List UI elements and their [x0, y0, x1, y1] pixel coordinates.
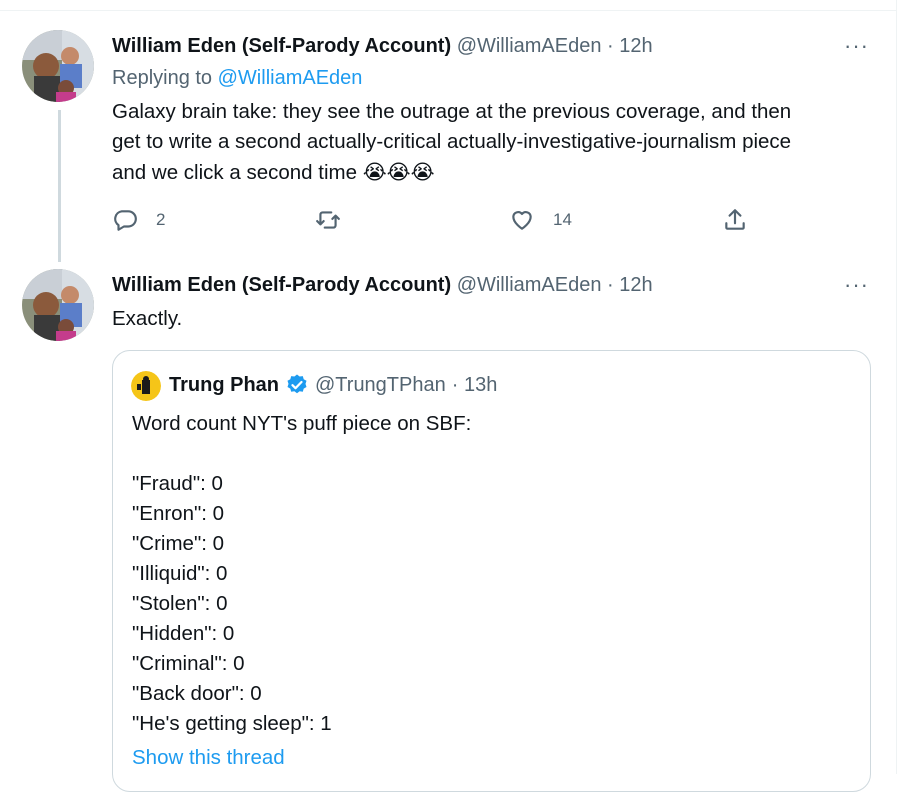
quoted-text-line: "He's getting sleep": 1	[132, 712, 332, 735]
tweet-actions: 2 14	[112, 204, 752, 236]
quoted-text-line	[132, 439, 471, 469]
share-button[interactable]	[722, 204, 748, 236]
quoted-text-line: "Illiquid": 0	[132, 562, 228, 585]
replying-to-handle-link[interactable]: @WilliamAEden	[218, 67, 363, 89]
tweet-text-line: Galaxy brain take: they see the outrage …	[112, 100, 792, 123]
thread-connector-line	[58, 110, 61, 262]
tweet-text: Exactly.	[112, 307, 183, 330]
share-upload-icon	[725, 209, 745, 230]
author-handle[interactable]: @WilliamAEden	[457, 274, 602, 296]
author-name[interactable]: William Eden (Self-Parody Account)	[112, 35, 451, 57]
more-dots-icon[interactable]: ···	[844, 35, 869, 57]
retweet-icon	[316, 211, 340, 229]
crying-face-emoji: 😭😭😭	[362, 160, 435, 184]
quoted-author-name: Trung Phan	[169, 374, 279, 396]
quoted-author-handle: @TrungTPhan	[315, 374, 446, 396]
quoted-text-line: Word count NYT's puff piece on SBF:	[132, 412, 472, 435]
retweet-button[interactable]	[315, 204, 341, 236]
quoted-text-line: "Fraud": 0	[132, 472, 223, 495]
divider	[0, 10, 896, 11]
show-thread-link[interactable]: Show this thread	[132, 743, 285, 773]
tweet-text-line: and we click a second time 😭😭😭	[112, 157, 791, 188]
quoted-text-line: "Enron": 0	[132, 502, 225, 525]
like-count: 14	[553, 210, 572, 229]
quoted-text-line: "Back door": 0	[132, 682, 262, 705]
tweet-text-segment: and we click a second time	[112, 161, 357, 184]
author-name[interactable]: William Eden (Self-Parody Account)	[112, 274, 451, 296]
avatar[interactable]	[22, 269, 94, 341]
quoted-text-line: "Hidden": 0	[132, 622, 235, 645]
author-handle[interactable]: @WilliamAEden	[457, 35, 602, 57]
replying-to-label: Replying to	[112, 67, 213, 89]
quoted-tweet-text: Word count NYT's puff piece on SBF: "Fra…	[132, 409, 471, 739]
avatar[interactable]	[22, 30, 94, 102]
heart-icon	[512, 211, 532, 230]
tweet-header: William Eden (Self-Parody Account) @Will…	[112, 272, 653, 298]
verified-badge-icon	[287, 374, 307, 394]
reply-bubble-icon	[114, 210, 137, 231]
tweet-text-line: get to write a second actually-critical …	[112, 130, 792, 153]
quoted-timestamp: · 13h	[451, 374, 498, 396]
tweet-timestamp[interactable]: · 12h	[607, 35, 653, 57]
quoted-tweet-card[interactable]: Trung Phan @TrungTPhan · 13h Word count …	[112, 350, 871, 792]
reply-button[interactable]: 2	[112, 204, 165, 236]
tweet-text: Galaxy brain take: they see the outrage …	[112, 97, 791, 188]
quoted-text-line: "Criminal": 0	[132, 652, 245, 675]
tweet-timestamp[interactable]: · 12h	[607, 274, 653, 296]
quoted-tweet-header: Trung Phan @TrungTPhan · 13h	[169, 372, 497, 398]
more-dots-icon[interactable]: ···	[844, 274, 869, 296]
tweet-header: William Eden (Self-Parody Account) @Will…	[112, 33, 653, 59]
reply-count: 2	[156, 210, 166, 229]
quoted-text-line: "Stolen": 0	[132, 592, 228, 615]
quoted-text-line: "Crime": 0	[132, 532, 225, 555]
like-button[interactable]: 14	[509, 204, 572, 236]
quoted-avatar	[131, 371, 161, 401]
replying-to: Replying to @WilliamAEden	[112, 65, 362, 91]
